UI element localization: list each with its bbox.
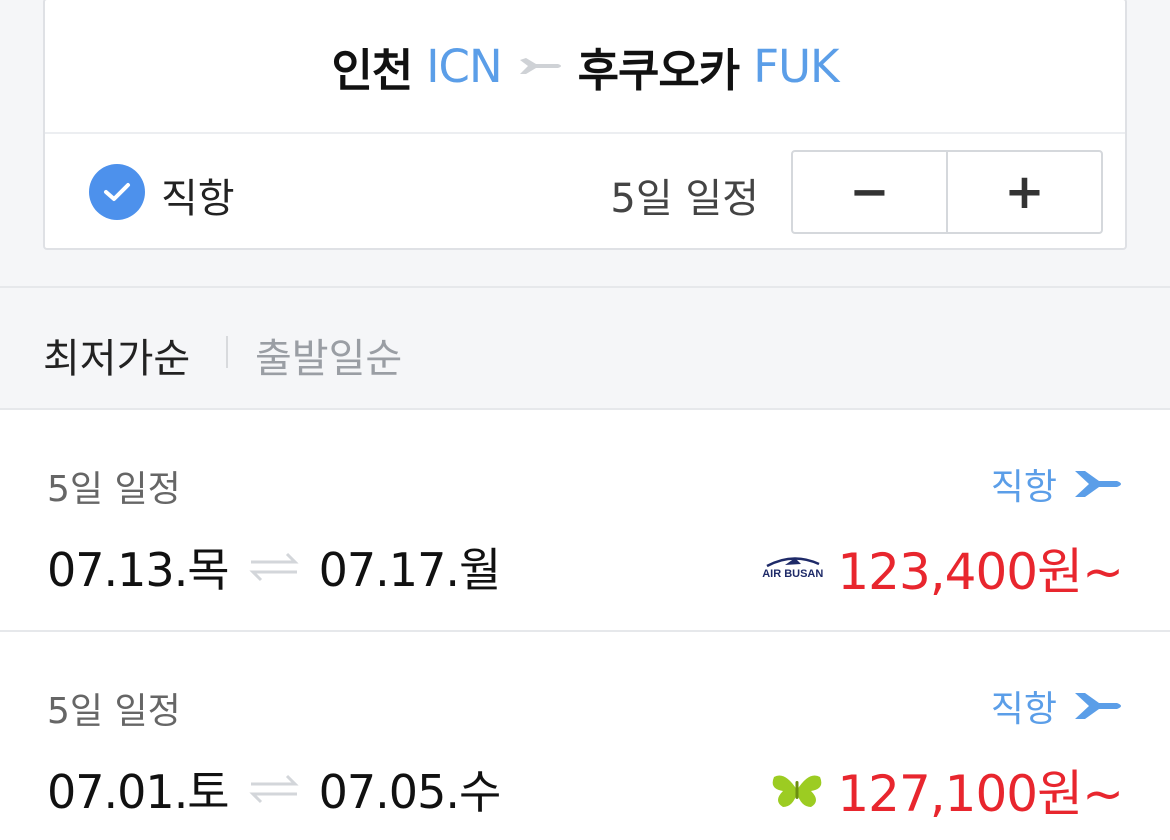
return-date: 07.05.수 xyxy=(318,765,502,819)
direct-text: 직항 xyxy=(990,467,1057,508)
plane-icon xyxy=(518,52,564,80)
plus-button[interactable]: + xyxy=(946,152,1101,232)
flight-dates: 07.01.토 07.05.수 xyxy=(47,756,502,822)
flight-direct-badge: 직항 xyxy=(991,458,1123,510)
days-label: 5일 일정 xyxy=(610,176,759,222)
sort-bar: 최저가순 출발일순 xyxy=(0,286,1170,410)
plane-icon xyxy=(1073,467,1123,501)
days-stepper: − + xyxy=(791,150,1103,234)
sort-departure-date[interactable]: 출발일순 xyxy=(255,326,402,384)
flight-direct-badge: 직항 xyxy=(991,680,1123,732)
round-trip-icon xyxy=(247,772,301,806)
flight-price-area: 127,100원~ xyxy=(771,754,1124,826)
price: 127,100원~ xyxy=(837,765,1124,823)
origin-name: 인천 xyxy=(331,43,413,97)
direct-checkbox[interactable] xyxy=(89,164,145,220)
dest-name: 후쿠오카 xyxy=(577,43,741,97)
flight-days: 5일 일정 xyxy=(47,469,181,510)
round-trip-icon xyxy=(247,550,301,584)
route-card: 인천 ICN 후쿠오카 FUK 직항 5일 일정 − + xyxy=(43,0,1127,250)
flight-dates: 07.13.목 07.17.월 xyxy=(47,534,502,600)
flight-days: 5일 일정 xyxy=(47,691,181,732)
direct-label[interactable]: 직항 xyxy=(161,166,235,224)
route-header[interactable]: 인천 ICN 후쿠오카 FUK xyxy=(45,0,1125,134)
price: 123,400원~ xyxy=(837,543,1124,601)
origin-code: ICN xyxy=(426,39,502,93)
air-busan-logo: AIR BUSAN xyxy=(762,556,823,580)
flight-item[interactable]: 5일 일정 직항 07.13.목 07.17.월 AIR BUSAN 123,4… xyxy=(0,410,1170,632)
search-summary-section: 인천 ICN 후쿠오카 FUK 직항 5일 일정 − + xyxy=(0,0,1170,288)
plane-icon xyxy=(1073,689,1123,723)
depart-date: 07.13.목 xyxy=(47,543,230,597)
check-icon xyxy=(104,183,130,201)
direct-text: 직항 xyxy=(990,689,1057,730)
flight-item[interactable]: 5일 일정 직항 07.01.토 07.05.수 127,100원~ xyxy=(0,632,1170,840)
depart-date: 07.01.토 xyxy=(47,765,230,819)
butterfly-logo-icon xyxy=(771,771,823,809)
sort-lowest-price[interactable]: 최저가순 xyxy=(43,326,190,384)
dest-code: FUK xyxy=(753,39,839,93)
return-date: 07.17.월 xyxy=(318,543,502,597)
sort-divider xyxy=(226,336,228,368)
options-row: 직항 5일 일정 − + xyxy=(45,134,1125,250)
flight-price-area: AIR BUSAN 123,400원~ xyxy=(762,532,1124,604)
minus-button[interactable]: − xyxy=(793,152,946,232)
